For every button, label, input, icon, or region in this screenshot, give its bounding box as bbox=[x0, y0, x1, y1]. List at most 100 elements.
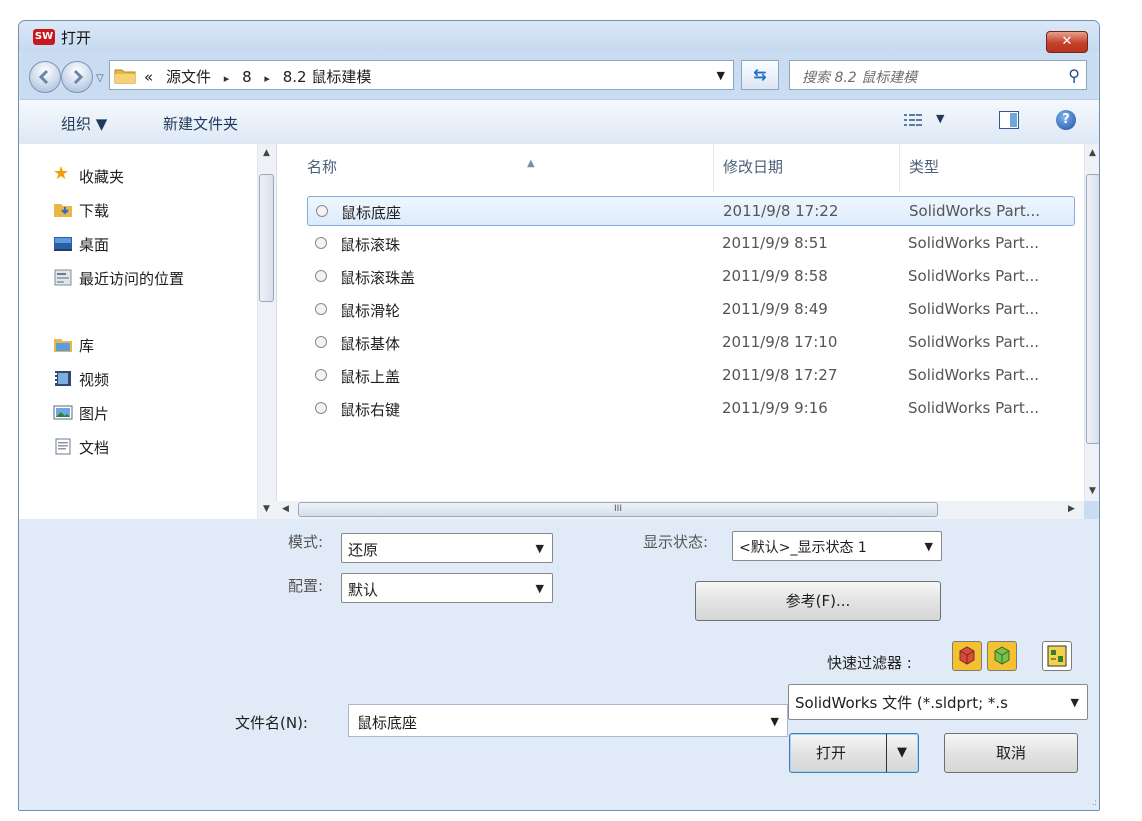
column-header-name-label: 名称 bbox=[307, 158, 338, 176]
recent-places-icon bbox=[54, 269, 72, 286]
mode-select[interactable]: 还原 ▼ bbox=[341, 533, 553, 563]
sidebar-item-libraries[interactable]: 库 bbox=[54, 335, 94, 356]
help-icon[interactable]: ? bbox=[1056, 110, 1076, 130]
column-header-type[interactable]: 类型 bbox=[909, 156, 939, 177]
file-row[interactable]: 鼠标上盖 2011/9/8 17:27 SolidWorks Part... bbox=[307, 361, 1075, 391]
file-name: 鼠标上盖 bbox=[340, 368, 401, 386]
new-folder-button[interactable]: 新建文件夹 bbox=[163, 113, 238, 134]
scroll-up-arrow-icon[interactable]: ▲ bbox=[263, 148, 270, 158]
file-type-select-value: SolidWorks 文件 (*.sldprt; *.s bbox=[795, 694, 1008, 712]
file-type-select[interactable]: SolidWorks 文件 (*.sldprt; *.s ▼ bbox=[788, 684, 1088, 720]
part-file-icon bbox=[315, 336, 327, 348]
file-row[interactable]: 鼠标基体 2011/9/8 17:10 SolidWorks Part... bbox=[307, 328, 1075, 358]
view-dropdown-icon[interactable]: ▼ bbox=[936, 112, 944, 125]
sidebar-item-favorites[interactable]: ★ 收藏夹 bbox=[53, 163, 124, 187]
scroll-right-arrow-icon[interactable]: ▶ bbox=[1068, 504, 1075, 514]
search-placeholder[interactable]: 搜索 8.2 鼠标建模 bbox=[802, 67, 917, 87]
file-list-horizontal-scrollbar[interactable]: ◀ III ▶ bbox=[276, 501, 1084, 519]
sidebar-item-label: 下载 bbox=[79, 202, 110, 220]
download-folder-icon bbox=[54, 204, 72, 217]
preview-pane-icon[interactable] bbox=[999, 111, 1019, 129]
file-name: 鼠标滚珠 bbox=[340, 236, 401, 254]
scroll-down-arrow-icon[interactable]: ▼ bbox=[1089, 486, 1096, 496]
file-row[interactable]: 鼠标滚珠 2011/9/9 8:51 SolidWorks Part... bbox=[307, 229, 1075, 259]
breadcrumb-item-current[interactable]: 8.2 鼠标建模 bbox=[283, 68, 372, 86]
back-arrow-icon bbox=[38, 69, 49, 85]
navigation-row: ▽ « 源文件 ▸ 8 ▸ 8.2 鼠标建模 ▼ ⇆ 搜索 8.2 鼠标建模 ⚲ bbox=[19, 51, 1099, 95]
close-button[interactable]: ✕ bbox=[1046, 31, 1088, 53]
scroll-down-arrow-icon[interactable]: ▼ bbox=[263, 504, 270, 514]
chevron-down-icon: ▼ bbox=[1070, 696, 1079, 709]
part-file-icon bbox=[315, 237, 327, 249]
back-button[interactable] bbox=[29, 61, 61, 93]
scrollbar-thumb[interactable] bbox=[259, 174, 274, 302]
breadcrumb-separator-icon[interactable]: ▸ bbox=[264, 72, 270, 85]
column-divider[interactable] bbox=[899, 144, 900, 192]
part-filter-icon bbox=[959, 646, 975, 665]
search-box[interactable]: 搜索 8.2 鼠标建模 ⚲ bbox=[789, 60, 1087, 90]
title-bar: SW 打开 ✕ bbox=[19, 21, 1099, 53]
scrollbar-thumb[interactable] bbox=[1086, 174, 1099, 444]
filename-input[interactable]: 鼠标底座 ▼ bbox=[348, 704, 788, 737]
scrollbar-thumb[interactable]: III bbox=[298, 502, 938, 517]
part-file-icon bbox=[315, 270, 327, 282]
sidebar-item-recent-places[interactable]: 最近访问的位置 bbox=[54, 268, 184, 289]
file-type: SolidWorks Part... bbox=[908, 267, 1040, 285]
refresh-button[interactable]: ⇆ bbox=[741, 60, 779, 90]
breadcrumb-item-8[interactable]: 8 bbox=[242, 68, 252, 86]
navigation-pane: ★ 收藏夹 下载 桌面 最近访问的位置 库 视频 图片 文档 bbox=[19, 144, 257, 519]
cancel-button[interactable]: 取消 bbox=[944, 733, 1078, 773]
breadcrumb-overflow[interactable]: « bbox=[144, 68, 153, 86]
filter-parts-button[interactable] bbox=[952, 641, 982, 671]
file-row[interactable]: 鼠标滚珠盖 2011/9/9 8:58 SolidWorks Part... bbox=[307, 262, 1075, 292]
file-date: 2011/9/9 8:49 bbox=[722, 300, 828, 318]
resize-grip-icon[interactable]: .: bbox=[1092, 798, 1097, 808]
file-row[interactable]: 鼠标右键 2011/9/9 9:16 SolidWorks Part... bbox=[307, 394, 1075, 424]
file-row-selected[interactable]: 鼠标底座 2011/9/8 17:22 SolidWorks Part... bbox=[307, 196, 1075, 226]
forward-button[interactable] bbox=[61, 61, 93, 93]
sidebar-item-videos[interactable]: 视频 bbox=[55, 369, 109, 390]
navigation-pane-scrollbar[interactable]: ▲ ▼ bbox=[257, 144, 276, 519]
sidebar-item-pictures[interactable]: 图片 bbox=[53, 403, 109, 424]
recent-locations-dropdown-icon[interactable]: ▽ bbox=[96, 73, 104, 84]
sidebar-item-desktop[interactable]: 桌面 bbox=[54, 234, 109, 255]
sidebar-item-label: 文档 bbox=[79, 439, 110, 457]
address-bar[interactable]: « 源文件 ▸ 8 ▸ 8.2 鼠标建模 ▼ bbox=[109, 60, 734, 90]
documents-icon bbox=[55, 438, 71, 455]
file-date: 2011/9/9 9:16 bbox=[722, 399, 828, 417]
file-type: SolidWorks Part... bbox=[908, 234, 1040, 252]
file-date: 2011/9/9 8:51 bbox=[722, 234, 828, 252]
column-header-date[interactable]: 修改日期 bbox=[723, 156, 783, 177]
column-divider[interactable] bbox=[713, 144, 714, 192]
organize-menu[interactable]: 组织 ▼ bbox=[61, 113, 107, 134]
filename-history-dropdown-icon[interactable]: ▼ bbox=[771, 715, 779, 728]
filter-drawings-button[interactable] bbox=[1042, 641, 1072, 671]
part-file-icon bbox=[315, 303, 327, 315]
configuration-select[interactable]: 默认 ▼ bbox=[341, 573, 553, 603]
sidebar-item-documents[interactable]: 文档 bbox=[55, 437, 110, 458]
references-button[interactable]: 参考(F)... bbox=[695, 581, 941, 621]
scroll-up-arrow-icon[interactable]: ▲ bbox=[1089, 148, 1096, 158]
chevron-down-icon: ▼ bbox=[924, 540, 933, 553]
display-state-select[interactable]: <默认>_显示状态 1 ▼ bbox=[732, 531, 942, 561]
sidebar-item-downloads[interactable]: 下载 bbox=[54, 200, 110, 221]
filename-input-value: 鼠标底座 bbox=[357, 714, 418, 732]
file-row[interactable]: 鼠标滑轮 2011/9/9 8:49 SolidWorks Part... bbox=[307, 295, 1075, 325]
open-file-dialog: SW 打开 ✕ ▽ « 源文件 ▸ 8 ▸ 8.2 鼠标建模 ▼ ⇆ 搜索 8.… bbox=[18, 20, 1100, 811]
file-list-vertical-scrollbar[interactable]: ▲ ▼ bbox=[1084, 144, 1099, 501]
breadcrumb-item-source[interactable]: 源文件 bbox=[166, 68, 211, 86]
forward-arrow-icon bbox=[73, 69, 84, 85]
address-dropdown-icon[interactable]: ▼ bbox=[717, 69, 725, 82]
filter-assemblies-button[interactable] bbox=[987, 641, 1017, 671]
chevron-down-icon: ▼ bbox=[535, 542, 544, 555]
desktop-icon bbox=[54, 237, 72, 251]
scroll-left-arrow-icon[interactable]: ◀ bbox=[282, 504, 289, 514]
open-split-dropdown-icon[interactable]: ▼ bbox=[886, 734, 917, 772]
open-button[interactable]: 打开 ▼ bbox=[789, 733, 919, 773]
search-icon[interactable]: ⚲ bbox=[1068, 66, 1080, 85]
view-options-icon[interactable] bbox=[904, 113, 922, 127]
drawing-filter-icon bbox=[1047, 645, 1067, 667]
column-header-name[interactable]: 名称 ▲ bbox=[307, 156, 535, 177]
breadcrumb-separator-icon[interactable]: ▸ bbox=[224, 72, 230, 85]
file-list: 名称 ▲ 修改日期 类型 鼠标底座 2011/9/8 17:22 SolidWo… bbox=[276, 144, 1086, 501]
